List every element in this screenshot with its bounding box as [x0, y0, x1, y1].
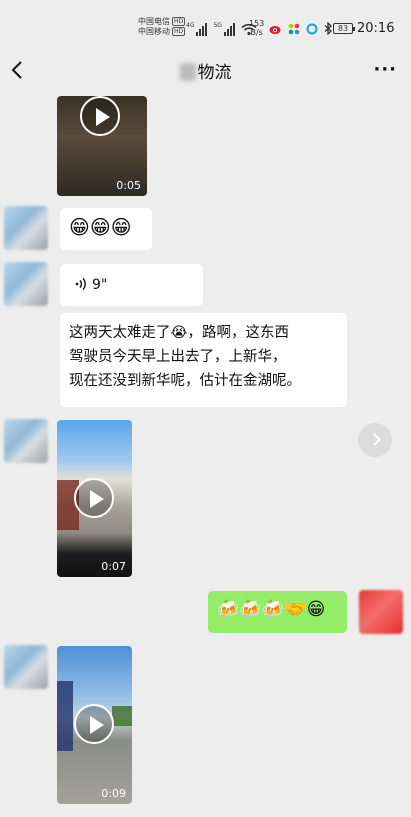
sync-icon: [306, 23, 318, 34]
message-bubble[interactable]: 😁😁😁: [60, 208, 152, 250]
status-bar: 中国电信 HD 中国移动 HD 4G 5G 153 B/s 83 20:16: [0, 0, 411, 44]
emoji-content: 😁😁😁: [69, 215, 132, 239]
play-icon[interactable]: [74, 704, 114, 744]
avatar[interactable]: [4, 419, 48, 463]
signal-icons: 4G 5G: [186, 18, 257, 36]
carrier-2: 中国移动: [138, 27, 170, 36]
trees-shape: [112, 706, 132, 726]
speed-value: 153: [249, 19, 265, 28]
video-duration: 0:07: [101, 560, 126, 573]
avatar[interactable]: [4, 645, 48, 689]
battery-level: 83: [337, 24, 349, 33]
truck-shape: [57, 681, 73, 751]
voice-duration: 9": [92, 277, 108, 293]
hd-badge-1: HD: [172, 17, 186, 26]
chat-title: 物流: [0, 58, 411, 83]
net-type-2: 5G: [213, 22, 222, 29]
net-type-1: 4G: [186, 22, 195, 29]
battery-icon: 83: [333, 23, 355, 34]
emoji-content: 🍻🍻🍻🤝😁: [217, 599, 326, 620]
message-bubble[interactable]: 这两天太难走了😭，路啊，这东西 驾驶员今天早上出去了，上新华， 现在还没到新华呢…: [60, 313, 347, 407]
blurred-name-prefix: [179, 63, 196, 81]
carrier-1: 中国电信: [138, 17, 170, 26]
avatar[interactable]: [4, 262, 48, 306]
notification-icons: [269, 22, 333, 35]
play-icon[interactable]: [80, 96, 120, 136]
video-message[interactable]: 0:05: [57, 96, 147, 196]
carrier-info: 中国电信 HD 中国移动 HD: [138, 17, 186, 37]
voice-message[interactable]: 9": [60, 264, 203, 306]
chat-title-text: 物流: [197, 63, 232, 83]
chat-header: 物流 ···: [0, 44, 411, 96]
signal-4g-icon: 4G: [186, 22, 208, 36]
hd-badge-2: HD: [172, 27, 186, 36]
network-speed: 153 B/s: [249, 19, 264, 37]
video-duration: 0:05: [116, 179, 141, 192]
video-duration: 0:09: [101, 787, 126, 800]
bluetooth-icon: [324, 22, 332, 35]
more-options-button[interactable]: ···: [373, 59, 397, 80]
forward-button[interactable]: [358, 423, 392, 457]
my-avatar[interactable]: [359, 590, 403, 634]
weibo-icon: [269, 25, 281, 34]
play-icon[interactable]: [74, 478, 114, 518]
video-message[interactable]: 0:09: [57, 646, 132, 804]
app-dots-icon: [288, 23, 300, 34]
voice-wave-icon: [75, 278, 86, 290]
avatar[interactable]: [4, 206, 48, 250]
video-message[interactable]: 0:07: [57, 420, 132, 577]
message-line: 驾驶员今天早上出去了，上新华，: [69, 349, 287, 365]
speed-unit: B/s: [250, 28, 263, 37]
clock: 20:16: [357, 21, 395, 36]
my-message-bubble[interactable]: 🍻🍻🍻🤝😁: [208, 591, 347, 633]
signal-5g-icon: 5G: [213, 22, 235, 36]
message-line: 这两天太难走了😭，路啊，这东西: [69, 325, 289, 341]
message-line: 现在还没到新华呢，估计在金湖呢。: [69, 373, 301, 389]
